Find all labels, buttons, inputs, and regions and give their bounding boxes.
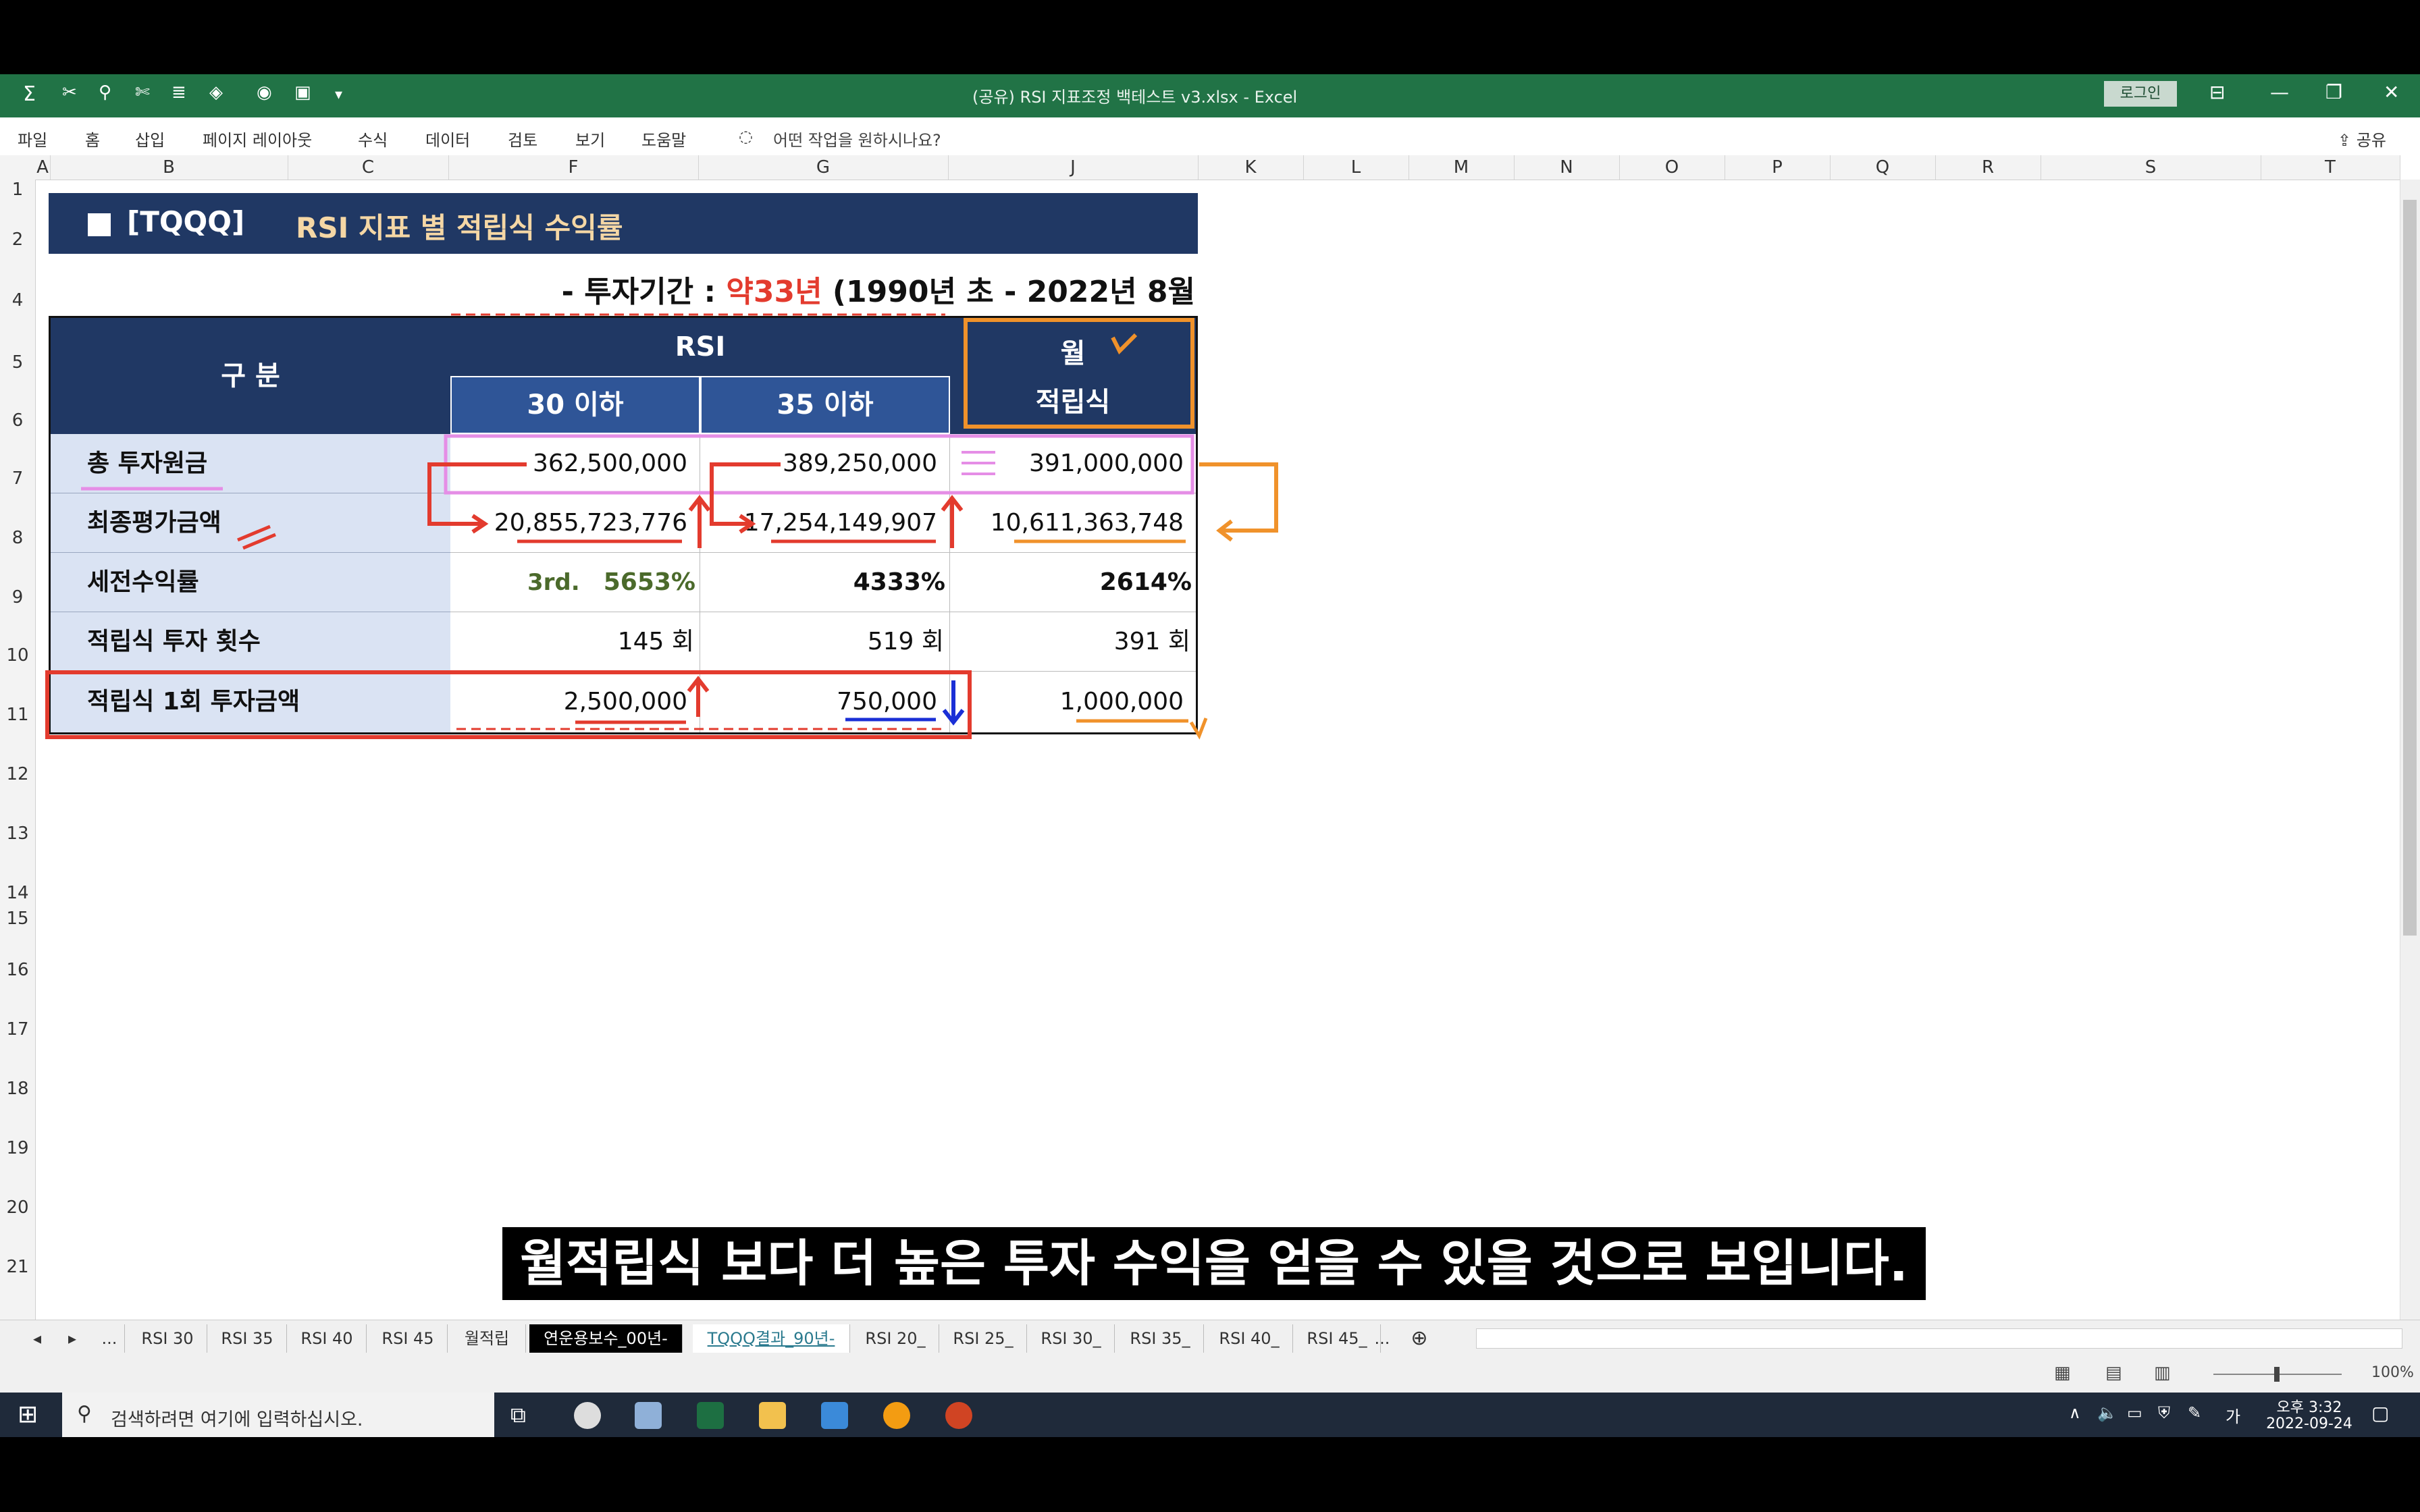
annotation-red-box [45,670,972,739]
tab-prev-icon[interactable]: ◂ [27,1324,47,1353]
tab-rsi-40[interactable]: RSI 40 [288,1324,367,1353]
annotation-orange-box [964,318,1194,429]
zoom-thumb[interactable] [2274,1367,2280,1382]
horizontal-scrollbar[interactable] [1476,1328,2402,1349]
tab-rsi-20[interactable]: RSI 20_ [852,1324,939,1353]
add-sheet-icon[interactable]: ⊕ [1404,1324,1434,1353]
tab-fee-00[interactable]: 연운용보수_00년- [529,1324,683,1353]
search-placeholder: 검색하려면 여기에 입력하십시오. [111,1409,363,1430]
zoom-slider[interactable] [2200,1366,2355,1383]
task-view-icon[interactable]: ⧉ [510,1402,526,1428]
video-caption: 월적립식 보다 더 높은 투자 수익을 얻을 수 있을 것으로 보입니다. [502,1227,1926,1300]
tab-rsi-25[interactable]: RSI 25_ [940,1324,1027,1353]
tab-rsi-30[interactable]: RSI 30 [128,1324,207,1353]
pen-icon[interactable]: ✎ [2188,1403,2201,1422]
tab-monthly[interactable]: 월적립 [448,1324,526,1353]
app-window-icon[interactable] [821,1402,848,1429]
powerpoint-icon[interactable] [945,1402,972,1429]
tab-rsi-30b[interactable]: RSI 30_ [1028,1324,1115,1353]
excel-icon[interactable] [697,1402,724,1429]
search-icon: ⚲ [77,1402,92,1426]
security-icon[interactable]: ⛨ [2158,1403,2170,1422]
tab-more-left[interactable]: ... [95,1324,125,1353]
whale-browser-icon[interactable] [574,1402,601,1429]
tab-rsi-45[interactable]: RSI 45 [369,1324,448,1353]
volume-icon[interactable]: 🔈 [2097,1403,2118,1422]
tab-tqqq-result[interactable]: TQQQ결과_90년- [693,1324,850,1353]
annotation-orange-arrow [1199,462,1278,533]
network-icon[interactable]: ▭ [2127,1403,2142,1422]
page-break-icon[interactable]: ▥ [2154,1363,2171,1383]
normal-view-icon[interactable]: ▦ [2054,1363,2071,1383]
tray-chevron-icon[interactable]: ∧ [2069,1403,2081,1422]
windows-taskbar: ⊞ ⚲ 검색하려면 여기에 입력하십시오. ⧉ ∧ 🔈 ▭ ⛨ ✎ 가 오후 3… [0,1393,2420,1437]
search-app-icon[interactable] [883,1402,910,1429]
annotation-pink-box [444,434,1194,495]
page-layout-icon[interactable]: ▤ [2105,1363,2122,1383]
taskbar-date[interactable]: 2022-09-24 [2262,1415,2357,1432]
sheet-tabs-bar: ◂ ▸ ... RSI 30 RSI 35 RSI 40 RSI 45 월적립 … [0,1320,2420,1358]
windows-start-icon[interactable]: ⊞ [18,1401,38,1428]
notification-icon[interactable]: ▢ [2371,1402,2389,1424]
checkmark-icon [1189,718,1208,740]
zoom-level[interactable]: 100% [2371,1364,2414,1381]
tab-next-icon[interactable]: ▸ [62,1324,82,1353]
tab-rsi-35b[interactable]: RSI 35_ [1117,1324,1204,1353]
tab-rsi-40b[interactable]: RSI 40_ [1206,1324,1293,1353]
tab-more-right[interactable]: ... [1365,1324,1399,1353]
status-bar: ▦ ▤ ▥ 100% [0,1357,2420,1393]
taskbar-search-box[interactable]: ⚲ 검색하려면 여기에 입력하십시오. [62,1393,494,1437]
taskbar-time[interactable]: 오후 3:32 [2262,1395,2357,1417]
tab-rsi-35[interactable]: RSI 35 [208,1324,287,1353]
app-icon[interactable] [635,1402,662,1429]
file-explorer-icon[interactable] [759,1402,786,1429]
ime-indicator[interactable]: 가 [2226,1403,2240,1427]
checkmark-icon [1111,333,1138,355]
